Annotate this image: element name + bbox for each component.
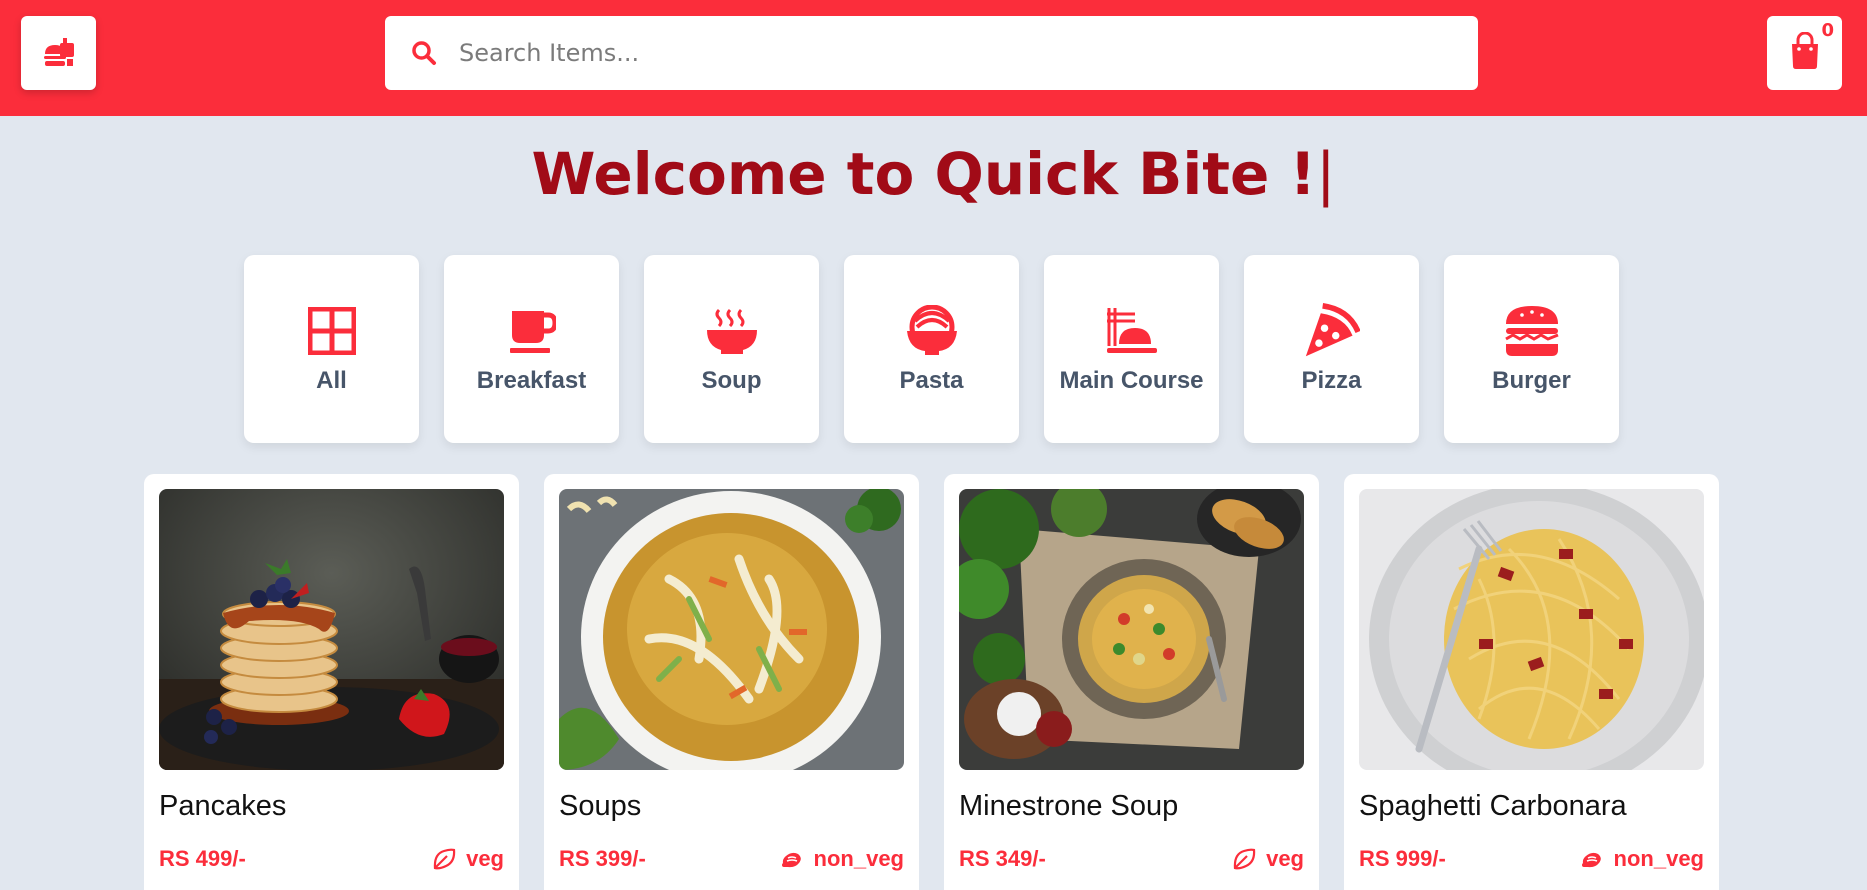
product-name: Spaghetti Carbonara [1359, 790, 1627, 822]
product-name: Minestrone Soup [959, 790, 1179, 822]
product-price: RS 999/- [1359, 846, 1446, 871]
bowl-steam-icon [704, 305, 760, 357]
category-label: Pizza [1301, 367, 1362, 394]
cart-count-badge: 0 [1821, 20, 1834, 41]
category-soup[interactable]: Soup [644, 255, 819, 443]
cart-button[interactable]: 0 [1767, 16, 1842, 90]
welcome-heading: Welcome to Quick Bite !| [0, 140, 1867, 208]
product-card[interactable]: Spaghetti Carbonara RS 999/- non_veg [1344, 474, 1719, 890]
search-icon [411, 40, 437, 66]
category-label: Burger [1492, 367, 1571, 394]
mug-icon [504, 305, 560, 357]
product-card[interactable]: Pancakes RS 499/- veg [144, 474, 519, 890]
category-label: Soup [701, 367, 762, 394]
category-burger[interactable]: Burger [1444, 255, 1619, 443]
category-label: Pasta [899, 367, 964, 394]
product-type-badge: non_veg [1580, 846, 1704, 872]
product-type-badge: veg [432, 846, 504, 872]
product-type-label: veg [466, 846, 504, 871]
category-label: Breakfast [476, 367, 587, 394]
bowl-rice-icon [904, 305, 960, 357]
top-navbar: 0 [0, 0, 1867, 116]
drumstick-icon [1580, 848, 1604, 870]
product-name: Soups [559, 790, 642, 822]
drumstick-icon [780, 848, 804, 870]
category-breakfast[interactable]: Breakfast [444, 255, 619, 443]
typing-cursor: | [1315, 140, 1336, 208]
category-pasta[interactable]: Pasta [844, 255, 1019, 443]
category-label: All [316, 367, 347, 394]
product-type-label: non_veg [1613, 846, 1704, 871]
product-image-pancakes [159, 489, 504, 770]
product-price: RS 499/- [159, 846, 246, 871]
search-input[interactable] [459, 33, 1419, 73]
product-type-label: veg [1266, 846, 1304, 871]
logo-button[interactable] [21, 16, 96, 90]
product-type-badge: non_veg [780, 846, 904, 872]
product-price: RS 349/- [959, 846, 1046, 871]
welcome-text: Welcome to Quick Bite ! [531, 140, 1316, 208]
leaf-icon [1232, 848, 1256, 870]
category-main-course[interactable]: Main Course [1044, 255, 1219, 443]
category-label: Main Course [1059, 367, 1204, 394]
category-all[interactable]: All [244, 255, 419, 443]
product-card[interactable]: Soups RS 399/- non_veg [544, 474, 919, 890]
product-type-badge: veg [1232, 846, 1304, 872]
product-name: Pancakes [159, 790, 287, 822]
burger-icon [1504, 305, 1560, 357]
category-list: All Breakfast Soup Pasta Main Course Piz… [244, 255, 1619, 443]
burger-drink-icon [41, 34, 77, 72]
product-card[interactable]: Minestrone Soup RS 349/- veg [944, 474, 1319, 890]
noodles-icon [1104, 305, 1160, 357]
product-price: RS 399/- [559, 846, 646, 871]
product-image-minestrone-soup [959, 489, 1304, 770]
product-image-soups [559, 489, 904, 770]
search-bar[interactable] [385, 16, 1478, 90]
grid-icon [304, 305, 360, 357]
category-pizza[interactable]: Pizza [1244, 255, 1419, 443]
product-image-spaghetti-carbonara [1359, 489, 1704, 770]
pizza-slice-icon [1304, 303, 1360, 357]
leaf-icon [432, 848, 456, 870]
shopping-bag-icon [1789, 31, 1821, 74]
product-type-label: non_veg [813, 846, 904, 871]
product-grid: Pancakes RS 499/- veg Soups RS 399/- non… [144, 474, 1719, 890]
